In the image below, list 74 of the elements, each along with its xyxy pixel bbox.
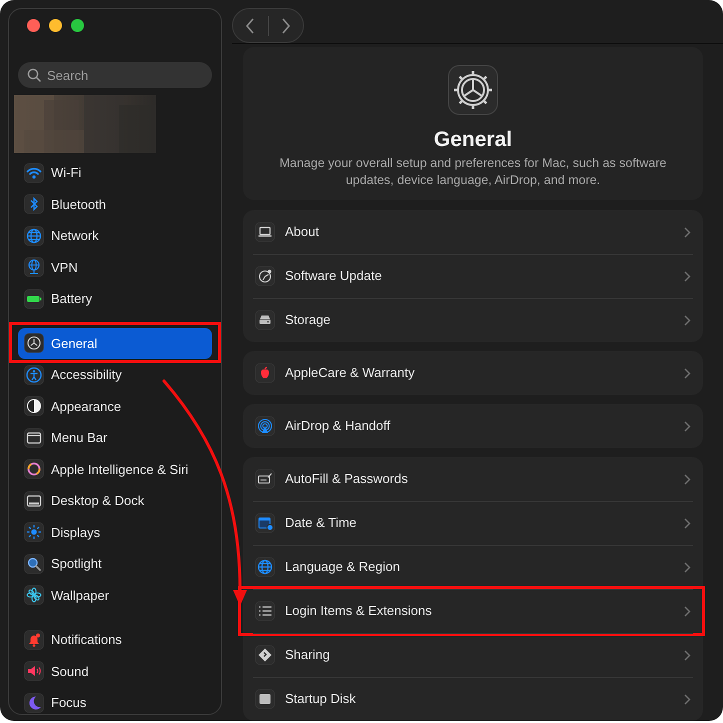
forward-icon (280, 18, 291, 34)
chevron-icon (684, 518, 691, 528)
keyboard-icon (255, 469, 275, 489)
settings-row-label[interactable]: Date & Time (285, 513, 674, 533)
search-field[interactable]: Search (18, 62, 212, 88)
page-title: General (434, 127, 512, 153)
laptop-icon (255, 222, 275, 242)
sidebar-item[interactable]: Appearance (18, 390, 212, 422)
chevron-icon (684, 474, 691, 484)
chevron-icon (684, 270, 691, 282)
wifi-icon (24, 162, 44, 183)
settings-row-label[interactable]: Login Items & Extensions (285, 601, 674, 621)
globe-icon (24, 226, 44, 246)
gear-icon (255, 266, 275, 286)
globe-icon (24, 257, 44, 278)
page-description: Manage your overall setup and preferences for Mac, such as software updates, device language, AirDrop, and more. (278, 155, 668, 189)
sidebar-item[interactable]: Desktop & Dock (18, 485, 212, 516)
chevron-icon (684, 694, 691, 704)
sidebar-item[interactable]: Network (18, 220, 212, 252)
globe-icon (255, 557, 275, 577)
settings-row-label[interactable]: AutoFill & Passwords (285, 469, 674, 489)
window-icon (24, 428, 44, 448)
sidebar-item[interactable]: Apple Intelligence & Siri (18, 454, 212, 485)
sidebar-item[interactable]: Focus (18, 687, 212, 714)
magnifier-icon (24, 554, 44, 574)
bell-icon (24, 630, 44, 650)
flower-icon (24, 585, 44, 606)
zoom-button[interactable] (71, 19, 84, 32)
settings-row-label[interactable]: Sharing (285, 645, 674, 665)
sidebar-item[interactable]: Spotlight (18, 548, 212, 580)
gear-icon (448, 65, 498, 115)
close-button[interactable] (27, 19, 40, 32)
window-icon (24, 490, 44, 511)
chevron-icon (684, 368, 691, 378)
sidebar-item[interactable]: Menu Bar (18, 422, 212, 454)
drive-icon (255, 689, 275, 709)
contrast-icon (24, 396, 44, 416)
bluetooth-icon (24, 194, 44, 214)
gear-icon (24, 333, 44, 354)
sidebar-item[interactable]: Accessibility (18, 359, 212, 390)
sidebar-item[interactable]: Displays (18, 516, 212, 548)
sidebar-item[interactable]: Bluetooth (18, 188, 212, 220)
signal-rings-icon (255, 416, 275, 436)
settings-row-label[interactable]: Language & Region (285, 557, 674, 577)
sidebar-item[interactable]: VPN (18, 252, 212, 283)
chevron-icon (684, 606, 691, 616)
settings-row-label[interactable]: Storage (285, 310, 674, 330)
chevron-icon (684, 420, 691, 432)
sidebar-item[interactable]: General (18, 328, 212, 359)
chevron-icon (684, 314, 691, 326)
sun-icon (24, 522, 44, 542)
ring-icon (24, 459, 44, 480)
chevron-icon (684, 226, 691, 238)
sidebar-item[interactable]: Wi-Fi (18, 157, 212, 188)
settings-row-label[interactable]: AppleCare & Warranty (285, 363, 674, 383)
accessibility-icon (24, 364, 44, 385)
settings-row-label[interactable]: Software Update (285, 266, 674, 286)
battery-icon (24, 288, 44, 309)
apple-icon (255, 363, 275, 383)
sidebar-item[interactable]: Wallpaper (18, 580, 212, 611)
settings-row-label[interactable]: AirDrop & Handoff (285, 416, 674, 436)
settings-row-label[interactable]: Startup Disk (285, 689, 674, 709)
sidebar-item[interactable]: Notifications (18, 624, 212, 656)
minimize-button[interactable] (49, 19, 62, 32)
drive-icon (255, 310, 275, 330)
back-icon (245, 18, 256, 34)
sidebar-item[interactable]: Sound (18, 656, 212, 687)
chevron-icon (684, 562, 691, 572)
settings-row-label[interactable]: About (285, 222, 674, 242)
list-icon (255, 601, 275, 621)
chevron-icon (684, 650, 691, 660)
calendar-icon (255, 513, 275, 533)
sidebar-item[interactable]: Battery (18, 283, 212, 314)
speaker-icon (24, 661, 44, 682)
